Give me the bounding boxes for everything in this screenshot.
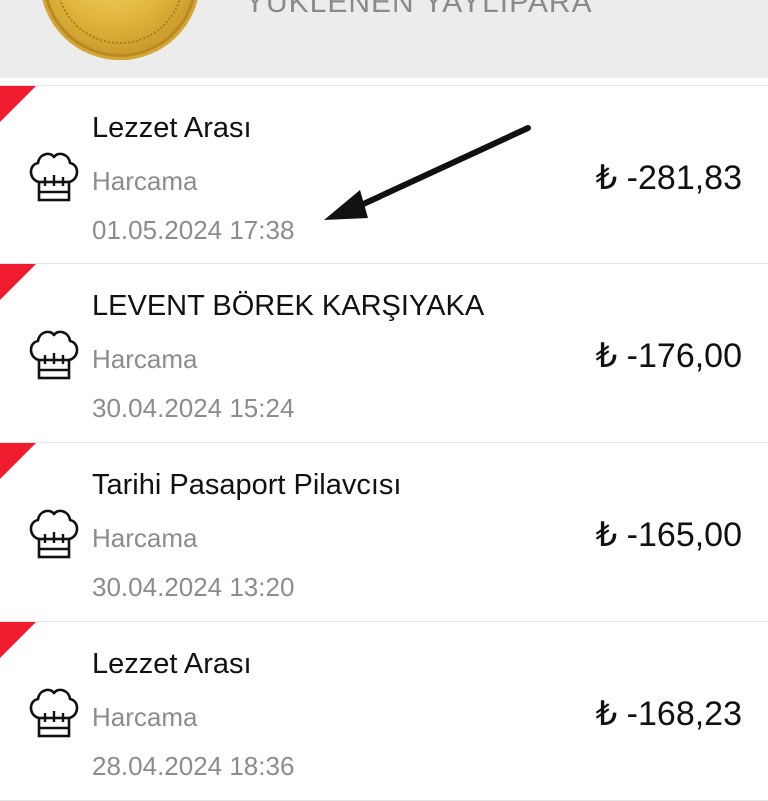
corner-marker xyxy=(0,264,36,300)
chef-hat-icon xyxy=(29,509,79,559)
coin-ring xyxy=(56,0,184,44)
merchant-name: Lezzet Arası xyxy=(92,648,252,680)
merchant-name: LEVENT BÖREK KARŞIYAKA xyxy=(92,290,485,322)
merchant-name: Lezzet Arası xyxy=(92,112,252,144)
transaction-datetime: 01.05.2024 17:38 xyxy=(92,215,295,245)
balance-header: YÜKLENEN YAYLIPARA xyxy=(0,0,768,78)
transaction-type: Harcama xyxy=(92,166,198,196)
transaction-type: Harcama xyxy=(92,344,198,374)
transaction-row[interactable]: Tarihi Pasaport Pilavcısı Harcama 30.04.… xyxy=(0,443,768,622)
gold-coin-icon xyxy=(40,0,200,60)
transaction-row[interactable]: Lezzet Arası Harcama 28.04.2024 18:36 ₺ … xyxy=(0,622,768,801)
transaction-datetime: 30.04.2024 13:20 xyxy=(92,572,295,602)
corner-marker xyxy=(0,622,36,658)
transaction-type: Harcama xyxy=(92,523,198,553)
transaction-amount: ₺ -176,00 xyxy=(595,337,742,375)
transaction-amount: ₺ -168,23 xyxy=(595,695,742,733)
chef-hat-icon xyxy=(29,152,79,202)
corner-marker xyxy=(0,443,36,479)
annotation-arrow-icon xyxy=(324,125,531,220)
merchant-name: Tarihi Pasaport Pilavcısı xyxy=(92,469,402,501)
transaction-row[interactable]: LEVENT BÖREK KARŞIYAKA Harcama 30.04.202… xyxy=(0,264,768,443)
transaction-datetime: 30.04.2024 15:24 xyxy=(92,393,295,423)
transaction-amount: ₺ -165,00 xyxy=(595,516,742,554)
header-title: YÜKLENEN YAYLIPARA xyxy=(245,0,593,19)
transaction-amount: ₺ -281,83 xyxy=(595,159,742,197)
transaction-type: Harcama xyxy=(92,702,198,732)
transaction-datetime: 28.04.2024 18:36 xyxy=(92,751,295,781)
chef-hat-icon xyxy=(29,330,79,380)
corner-marker xyxy=(0,86,36,122)
chef-hat-icon xyxy=(29,688,79,738)
